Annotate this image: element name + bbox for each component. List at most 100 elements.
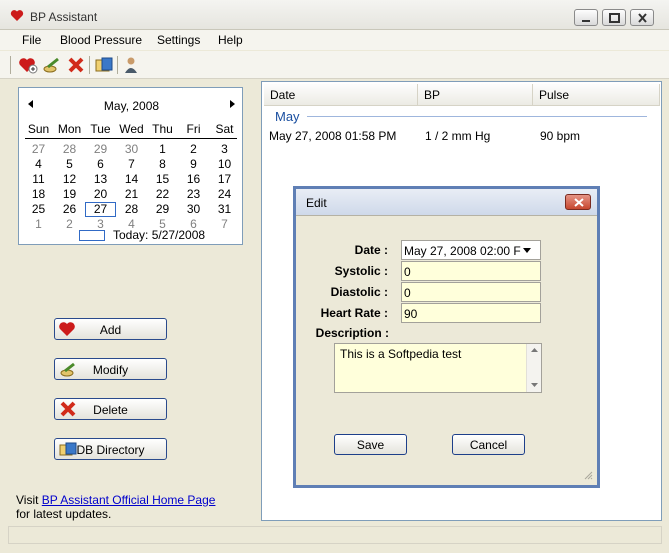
- toolbar-separator: [117, 56, 118, 74]
- calendar-day[interactable]: 19: [54, 187, 85, 202]
- calendar-day[interactable]: 27: [23, 142, 54, 157]
- menu-settings[interactable]: Settings: [157, 33, 200, 47]
- calendar-day[interactable]: 1: [147, 142, 178, 157]
- modify-icon[interactable]: [42, 56, 62, 74]
- edit-dialog: Edit Date : May 27, 2008 02:00 F Systoli…: [293, 186, 600, 488]
- calendar-day[interactable]: 31: [209, 202, 240, 217]
- weekday-header: Mon: [57, 122, 82, 136]
- systolic-field[interactable]: 0: [401, 261, 541, 281]
- maximize-button[interactable]: [602, 9, 626, 26]
- calendar-day[interactable]: 30: [178, 202, 209, 217]
- diastolic-label: Diastolic :: [330, 285, 388, 299]
- db-directory-button-label: DB Directory: [76, 443, 145, 457]
- calendar-day[interactable]: 3: [209, 142, 240, 157]
- calendar-day[interactable]: 12: [54, 172, 85, 187]
- next-month-icon[interactable]: [228, 100, 236, 108]
- add-heart-icon[interactable]: [18, 56, 38, 74]
- weekday-header: Tue: [90, 122, 111, 136]
- close-button[interactable]: [630, 9, 654, 26]
- user-icon[interactable]: [121, 56, 141, 74]
- weekday-header: Fri: [186, 122, 201, 136]
- menu-blood-pressure[interactable]: Blood Pressure: [60, 33, 142, 47]
- calendar-day[interactable]: 6: [85, 157, 116, 172]
- homepage-link[interactable]: BP Assistant Official Home Page: [42, 493, 216, 507]
- scroll-up-icon[interactable]: [531, 348, 538, 352]
- date-label: Date :: [354, 243, 388, 257]
- modify-button[interactable]: Modify: [54, 358, 167, 380]
- calendar-day[interactable]: 29: [147, 202, 178, 217]
- cancel-button[interactable]: Cancel: [452, 434, 525, 455]
- add-button-label: Add: [99, 323, 122, 337]
- heart-rate-label: Heart Rate :: [320, 306, 388, 320]
- calendar-day[interactable]: 14: [116, 172, 147, 187]
- calendar-day[interactable]: 2: [178, 142, 209, 157]
- calendar-day[interactable]: 7: [209, 217, 240, 232]
- calendar-day[interactable]: 28: [54, 142, 85, 157]
- calendar-month-label[interactable]: May, 2008: [79, 99, 184, 113]
- weekday-header: Thu: [152, 122, 173, 136]
- heart-rate-field[interactable]: 90: [401, 303, 541, 323]
- dialog-title-bar[interactable]: Edit: [296, 189, 597, 215]
- description-field[interactable]: This is a Softpedia test: [334, 343, 542, 393]
- close-icon: [638, 13, 647, 23]
- heart-icon: [10, 10, 24, 21]
- calendar-day[interactable]: 26: [54, 202, 85, 217]
- calendar-day[interactable]: 22: [147, 187, 178, 202]
- column-header-date[interactable]: Date: [264, 84, 418, 106]
- previous-month-icon[interactable]: [27, 100, 35, 108]
- weekday-header: Sun: [27, 122, 50, 136]
- date-picker[interactable]: May 27, 2008 02:00 F: [401, 240, 541, 260]
- month-calendar[interactable]: May, 2008 Sun Mon Tue Wed Thu Fri Sat 27 28 29 30…: [18, 87, 243, 245]
- calendar-day[interactable]: 8: [147, 157, 178, 172]
- calendar-day[interactable]: 13: [85, 172, 116, 187]
- dialog-close-button[interactable]: [565, 194, 591, 210]
- homepage-notice: Visit BP Assistant Official Home Page fo…: [16, 493, 215, 521]
- calendar-day[interactable]: 11: [23, 172, 54, 187]
- calendar-day[interactable]: 28: [116, 202, 147, 217]
- column-header-bp[interactable]: BP: [418, 84, 533, 106]
- calendar-day[interactable]: 1: [23, 217, 54, 232]
- calendar-day[interactable]: 10: [209, 157, 240, 172]
- calendar-day[interactable]: 29: [85, 142, 116, 157]
- db-directory-button[interactable]: DB Directory: [54, 438, 167, 460]
- description-scrollbar[interactable]: [526, 344, 541, 392]
- delete-button[interactable]: Delete: [54, 398, 167, 420]
- title-bar: BP Assistant: [0, 0, 669, 30]
- column-header-pulse[interactable]: Pulse: [533, 84, 660, 106]
- menu-file[interactable]: File: [22, 33, 41, 47]
- calendar-day[interactable]: 30: [116, 142, 147, 157]
- date-value: May 27, 2008 02:00 F: [404, 244, 521, 258]
- calendar-day[interactable]: 7: [116, 157, 147, 172]
- app-title: BP Assistant: [30, 10, 98, 24]
- menu-help[interactable]: Help: [218, 33, 243, 47]
- dropdown-arrow-icon[interactable]: [523, 248, 531, 253]
- calendar-day[interactable]: 15: [147, 172, 178, 187]
- db-directory-icon[interactable]: [94, 56, 114, 74]
- resize-grip-icon[interactable]: [583, 470, 593, 480]
- calendar-day[interactable]: 9: [178, 157, 209, 172]
- calendar-day[interactable]: 24: [209, 187, 240, 202]
- systolic-label: Systolic :: [334, 264, 388, 278]
- calendar-day[interactable]: 18: [23, 187, 54, 202]
- minimize-button[interactable]: [574, 9, 598, 26]
- calendar-day[interactable]: 5: [54, 157, 85, 172]
- calendar-day[interactable]: 4: [23, 157, 54, 172]
- add-button[interactable]: Add: [54, 318, 167, 340]
- scroll-down-icon[interactable]: [531, 383, 538, 387]
- save-button[interactable]: Save: [334, 434, 407, 455]
- delete-icon[interactable]: [66, 56, 86, 74]
- diastolic-field[interactable]: 0: [401, 282, 541, 302]
- calendar-day[interactable]: 16: [178, 172, 209, 187]
- calendar-day[interactable]: 25: [23, 202, 54, 217]
- calendar-day-selected[interactable]: 27: [85, 202, 116, 217]
- cell-pulse: 90 bpm: [540, 129, 581, 143]
- cell-bp: 1 / 2 mm Hg: [425, 129, 491, 143]
- calendar-day[interactable]: 23: [178, 187, 209, 202]
- description-label: Description :: [315, 326, 389, 340]
- calendar-day[interactable]: 21: [116, 187, 147, 202]
- today-label[interactable]: Today: 5/27/2008: [113, 228, 205, 242]
- calendar-day[interactable]: 20: [85, 187, 116, 202]
- minimize-icon: [582, 20, 590, 22]
- weekday-header: Sat: [215, 122, 234, 136]
- calendar-day[interactable]: 17: [209, 172, 240, 187]
